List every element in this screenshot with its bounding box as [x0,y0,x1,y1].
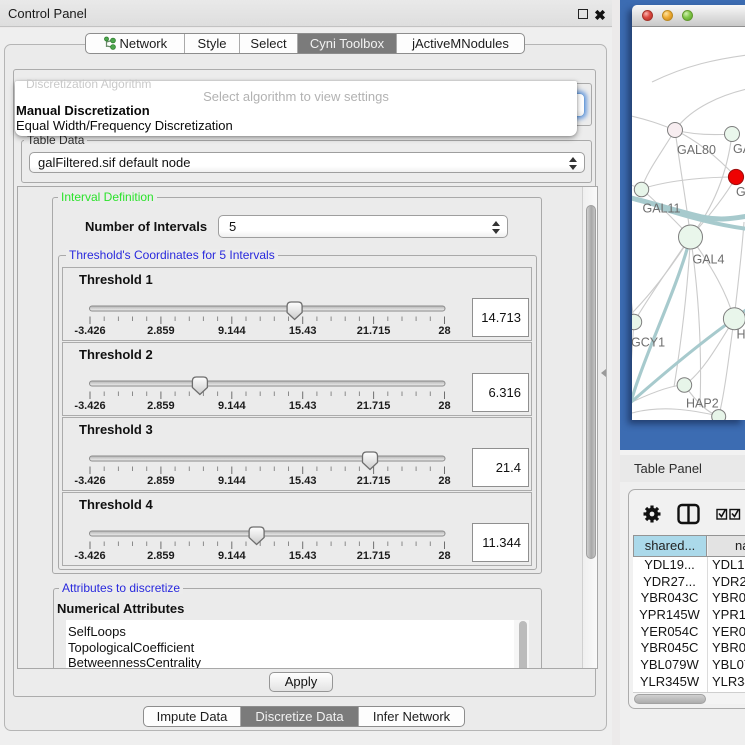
svg-text:2.859: 2.859 [147,325,175,337]
svg-text:HAP2: HAP2 [686,397,719,411]
svg-text:21.715: 21.715 [357,325,391,337]
svg-text:-3.426: -3.426 [74,475,105,487]
svg-text:GAL11: GAL11 [643,202,681,216]
svg-text:9.144: 9.144 [218,550,246,562]
svg-text:9.144: 9.144 [218,400,246,412]
svg-text:15.43: 15.43 [289,400,317,412]
svg-text:GA: GA [733,142,745,156]
svg-text:15.43: 15.43 [289,325,317,337]
svg-text:2.859: 2.859 [147,475,175,487]
svg-text:28: 28 [438,325,450,337]
svg-text:28: 28 [438,400,450,412]
svg-text:21.715: 21.715 [357,550,391,562]
svg-text:21.715: 21.715 [357,400,391,412]
svg-text:9.144: 9.144 [218,325,246,337]
svg-text:G: G [736,185,745,199]
svg-text:H: H [737,328,745,342]
svg-text:-3.426: -3.426 [74,325,105,337]
svg-text:9.144: 9.144 [218,475,246,487]
svg-text:GAL4: GAL4 [693,253,725,267]
svg-text:-3.426: -3.426 [74,550,105,562]
svg-text:GCY1: GCY1 [632,336,665,350]
svg-text:2.859: 2.859 [147,400,175,412]
svg-text:15.43: 15.43 [289,550,317,562]
svg-text:28: 28 [438,475,450,487]
svg-text:21.715: 21.715 [357,475,391,487]
svg-text:2.859: 2.859 [147,550,175,562]
svg-text:15.43: 15.43 [289,475,317,487]
svg-text:GAL80: GAL80 [677,143,716,157]
svg-text:28: 28 [438,550,450,562]
svg-text:-3.426: -3.426 [74,400,105,412]
